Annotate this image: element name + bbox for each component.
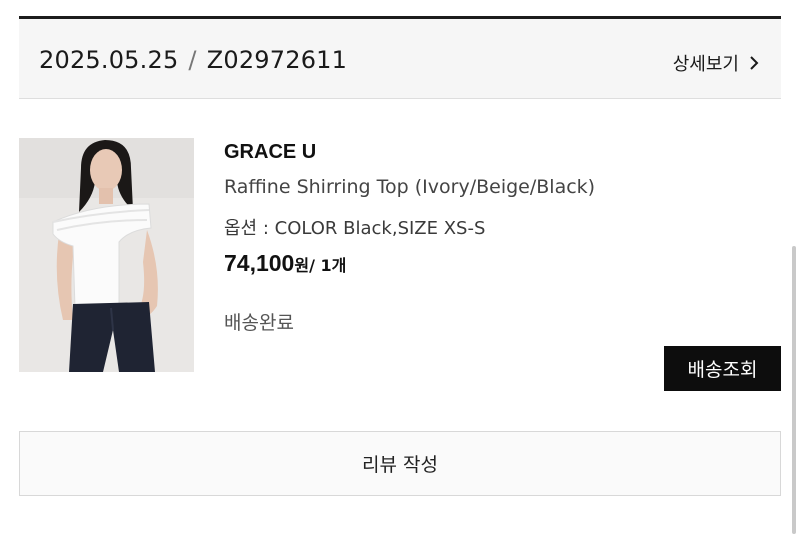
product-image[interactable]	[19, 138, 194, 372]
order-meta: 2025.05.25 / Z02972611	[39, 46, 347, 74]
order-quantity: / 1개	[309, 256, 347, 275]
order-date: 2025.05.25	[39, 46, 179, 74]
detail-link-label: 상세보기	[672, 54, 739, 75]
order-number: Z02972611	[206, 46, 348, 74]
product-name[interactable]: Raffine Shirring Top (Ivory/Beige/Black)	[224, 176, 595, 198]
track-delivery-button[interactable]: 배송조회	[664, 346, 781, 391]
order-detail-link[interactable]: 상세보기	[673, 50, 761, 76]
price-amount: 74,100	[224, 250, 295, 276]
product-option: 옵션 : COLOR Black,SIZE XS-S	[224, 218, 486, 239]
price-unit: 원	[294, 256, 310, 275]
scrollbar[interactable]	[792, 246, 796, 534]
chevron-right-icon	[747, 55, 761, 71]
order-header: 2025.05.25 / Z02972611 상세보기	[19, 19, 781, 99]
product-photo-icon	[19, 138, 194, 372]
product-brand[interactable]: GRACE U	[224, 141, 316, 164]
order-separator: /	[188, 46, 197, 74]
product-price: 74,100원/ 1개	[224, 250, 346, 277]
write-review-button[interactable]: 리뷰 작성	[19, 431, 781, 496]
delivery-status: 배송완료	[224, 312, 294, 334]
